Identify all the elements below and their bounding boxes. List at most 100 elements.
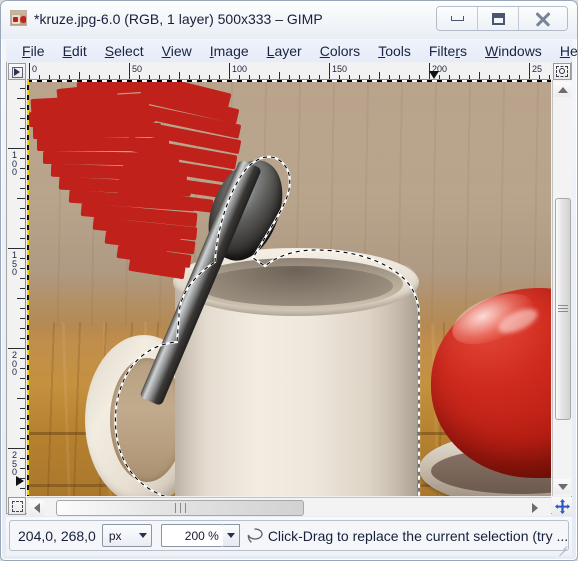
minimize-icon bbox=[450, 16, 464, 21]
menu-item-filters[interactable]: Filters bbox=[420, 41, 476, 61]
ruler-minor-tick bbox=[20, 368, 25, 369]
title-bar[interactable]: *kruze.jpg-6.0 (RGB, 1 layer) 500x333 – … bbox=[1, 1, 577, 39]
menu-bar: File Edit Select View Image Layer Colors Tools F… bbox=[6, 40, 577, 62]
status-bar: 204,0, 268,0 px 200 % Click-Drag to repl… bbox=[6, 517, 572, 557]
menu-item-select[interactable]: Select bbox=[96, 41, 153, 61]
layer-boundary-left bbox=[27, 80, 29, 496]
ruler-label: 250 bbox=[11, 450, 17, 477]
close-button[interactable] bbox=[519, 7, 567, 30]
ruler-tick bbox=[329, 63, 330, 79]
ruler-minor-tick bbox=[20, 238, 25, 239]
window-controls bbox=[436, 6, 568, 31]
ruler-minor-tick bbox=[379, 72, 380, 79]
restore-icon bbox=[491, 12, 505, 25]
ruler-label: 100 bbox=[232, 64, 248, 74]
ruler-label: 50 bbox=[132, 64, 143, 74]
vertical-scrollbar[interactable] bbox=[552, 80, 572, 496]
ruler-minor-tick bbox=[17, 298, 25, 299]
ruler-minor-tick bbox=[20, 178, 25, 179]
horizontal-ruler[interactable]: 0 50 100 150 200 25 bbox=[27, 63, 551, 80]
ruler-minor-tick bbox=[20, 118, 25, 119]
scroll-right-button[interactable] bbox=[527, 500, 542, 516]
ruler-minor-tick bbox=[20, 288, 25, 289]
navigation-preview-icon[interactable] bbox=[552, 497, 572, 516]
resize-grip[interactable] bbox=[556, 541, 568, 557]
menu-item-layer[interactable]: Layer bbox=[258, 41, 311, 61]
menu-item-tools[interactable]: Tools bbox=[369, 41, 420, 61]
ruler-minor-tick bbox=[20, 228, 25, 229]
menu-item-help[interactable]: Help bbox=[551, 41, 577, 61]
unit-selector[interactable]: px bbox=[101, 524, 152, 547]
free-select-lasso-icon bbox=[246, 527, 264, 545]
menu-item-colors[interactable]: Colors bbox=[311, 41, 369, 61]
menu-item-windows[interactable]: Windows bbox=[476, 41, 551, 61]
ruler-minor-tick bbox=[20, 278, 25, 279]
restore-button[interactable] bbox=[478, 7, 519, 30]
ruler-minor-tick bbox=[20, 88, 25, 89]
ruler-minor-tick bbox=[20, 438, 25, 439]
ruler-minor-tick bbox=[20, 458, 25, 459]
ruler-minor-tick bbox=[20, 158, 25, 159]
ruler-label: 150 bbox=[11, 250, 17, 277]
ruler-minor-tick bbox=[20, 168, 25, 169]
ruler-minor-tick bbox=[20, 428, 25, 429]
ruler-minor-tick bbox=[20, 308, 25, 309]
ruler-minor-tick bbox=[20, 328, 25, 329]
ruler-tick bbox=[529, 63, 530, 79]
layer-boundary-top bbox=[27, 80, 551, 82]
ruler-minor-tick bbox=[17, 198, 25, 199]
cursor-position-label: 204,0, 268,0 bbox=[18, 527, 96, 544]
minimize-button[interactable] bbox=[437, 7, 478, 30]
ruler-tick bbox=[129, 63, 130, 79]
image-canvas[interactable] bbox=[27, 80, 551, 496]
ruler-minor-tick bbox=[20, 268, 25, 269]
ruler-minor-tick bbox=[20, 418, 25, 419]
vertical-ruler[interactable]: 100 150 200 250 bbox=[8, 80, 26, 496]
ruler-minor-tick bbox=[20, 108, 25, 109]
ruler-minor-tick bbox=[20, 468, 25, 469]
scroll-up-icon bbox=[557, 86, 568, 93]
chevron-down-icon bbox=[226, 533, 235, 538]
ruler-label: 100 bbox=[11, 150, 17, 177]
menu-item-image[interactable]: Image bbox=[201, 41, 258, 61]
ruler-minor-tick bbox=[17, 398, 25, 399]
ruler-tick bbox=[8, 248, 25, 249]
image-menu-button-icon[interactable] bbox=[8, 63, 26, 80]
ruler-label: 150 bbox=[332, 64, 348, 74]
unit-value: px bbox=[108, 528, 122, 543]
menu-item-view[interactable]: View bbox=[153, 41, 201, 61]
ruler-minor-tick bbox=[20, 358, 25, 359]
ruler-minor-tick bbox=[279, 72, 280, 79]
scroll-down-button[interactable] bbox=[554, 479, 571, 494]
image-thumbnail-icon bbox=[10, 10, 27, 26]
menu-item-edit[interactable]: Edit bbox=[54, 41, 96, 61]
ruler-minor-tick bbox=[20, 128, 25, 129]
ruler-minor-tick bbox=[479, 72, 480, 79]
vertical-scroll-thumb[interactable] bbox=[555, 198, 571, 420]
gimp-window: *kruze.jpg-6.0 (RGB, 1 layer) 500x333 – … bbox=[0, 0, 578, 561]
zoom-image-when-window-resized-icon[interactable] bbox=[553, 63, 571, 80]
ruler-label: 25 bbox=[532, 64, 543, 74]
menu-item-file[interactable]: File bbox=[13, 41, 54, 61]
ruler-label: 200 bbox=[11, 350, 17, 377]
window-title: *kruze.jpg-6.0 (RGB, 1 layer) 500x333 – … bbox=[34, 11, 323, 27]
scroll-left-button[interactable] bbox=[29, 500, 44, 516]
quick-mask-toggle-icon[interactable] bbox=[8, 497, 26, 515]
chevron-down-icon bbox=[138, 533, 147, 538]
image-editor-area: 0 50 100 150 200 25 100 150 200 250 bbox=[6, 62, 572, 516]
zoom-input[interactable]: 200 % bbox=[160, 524, 223, 547]
zoom-value: 200 % bbox=[184, 528, 219, 543]
close-icon bbox=[535, 11, 551, 27]
ruler-tick bbox=[8, 448, 25, 449]
ruler-minor-tick bbox=[20, 388, 25, 389]
ruler-minor-tick bbox=[20, 218, 25, 219]
zoom-dropdown-button[interactable] bbox=[222, 524, 240, 547]
horizontal-scroll-thumb[interactable] bbox=[56, 500, 304, 516]
scroll-right-icon bbox=[531, 503, 538, 513]
horizontal-position-marker bbox=[429, 71, 439, 79]
ruler-minor-tick bbox=[20, 338, 25, 339]
scroll-up-button[interactable] bbox=[554, 82, 571, 97]
ruler-minor-tick bbox=[20, 258, 25, 259]
status-message: Click-Drag to replace the current select… bbox=[267, 527, 569, 544]
horizontal-scrollbar[interactable] bbox=[27, 497, 551, 516]
